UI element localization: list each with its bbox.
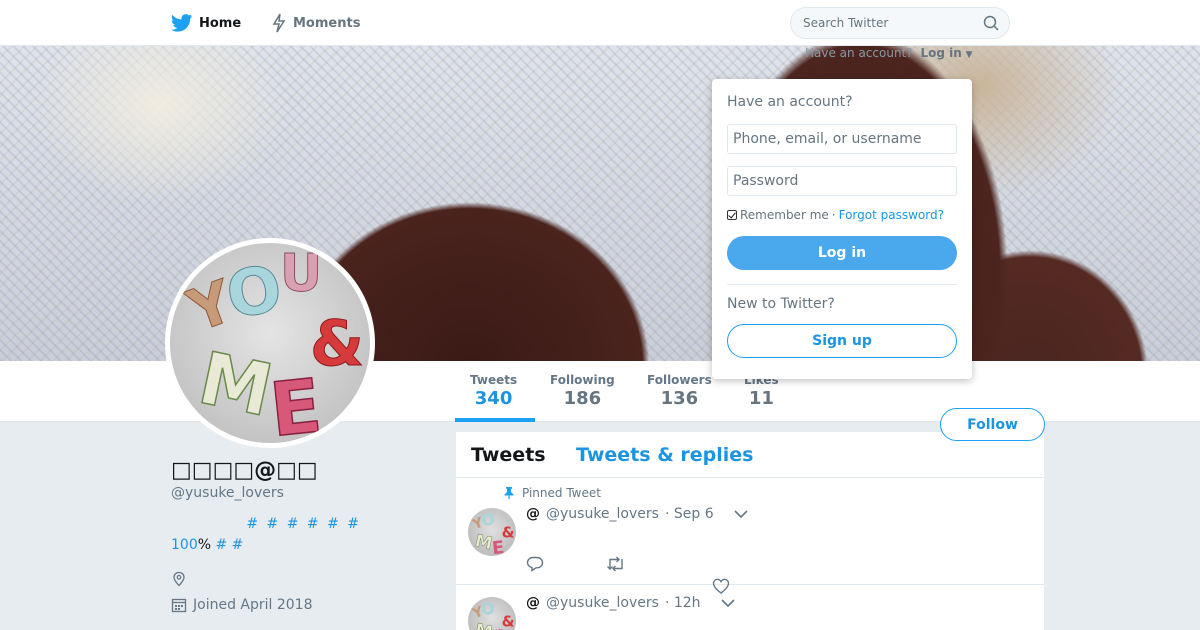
- profile-joined-label: Joined April 2018: [193, 597, 313, 613]
- search-input[interactable]: [803, 8, 973, 38]
- svg-text:&: &: [502, 612, 515, 630]
- tweet-author-name[interactable]: @: [526, 595, 540, 611]
- svg-text:O: O: [480, 599, 496, 619]
- svg-text:O: O: [221, 252, 287, 334]
- svg-text:M: M: [192, 336, 280, 433]
- caret-down-icon[interactable]: ▼: [966, 50, 973, 60]
- username-field[interactable]: [727, 124, 957, 154]
- chevron-down-icon[interactable]: [734, 508, 748, 522]
- svg-text:&: &: [310, 307, 364, 380]
- tweet-timestamp[interactable]: · Sep 6: [665, 506, 714, 522]
- login-dropdown: Have an account? Remember me · Forgot pa…: [712, 79, 972, 379]
- calendar-icon: [171, 598, 187, 613]
- tweet-avatar[interactable]: Y O & M E: [468, 597, 516, 630]
- tweet-avatar[interactable]: Y O & M E: [468, 508, 516, 556]
- avatar-art: Y O U & M E: [178, 244, 365, 444]
- retweet-icon[interactable]: [606, 556, 626, 572]
- stat-likes-value: 11: [748, 388, 774, 409]
- stat-following-value: 186: [563, 388, 602, 409]
- stat-followers[interactable]: Followers 136: [647, 373, 712, 409]
- login-link[interactable]: Log in: [920, 46, 961, 60]
- stat-tweets-value: 340: [474, 388, 513, 409]
- login-heading: Have an account?: [727, 94, 853, 110]
- bio-hashtags-2[interactable]: # #: [216, 537, 244, 553]
- nav-moments-label: Moments: [293, 15, 361, 31]
- active-tab-indicator: [455, 418, 535, 422]
- forgot-password-link[interactable]: Forgot password?: [839, 208, 944, 222]
- location-icon: [173, 571, 185, 587]
- profile-location: [171, 571, 187, 591]
- remember-row: Remember me · Forgot password?: [727, 208, 944, 222]
- remember-separator: ·: [831, 208, 836, 222]
- pinned-text: Pinned Tweet: [522, 486, 601, 500]
- bio-number: 100: [171, 537, 198, 553]
- reply-icon[interactable]: [526, 556, 544, 572]
- pin-icon: [504, 487, 514, 499]
- nav-home[interactable]: Home: [171, 0, 241, 46]
- svg-text:&: &: [502, 523, 515, 541]
- avatar-image: Y O U & M E: [170, 243, 370, 443]
- pinned-label: Pinned Tweet: [504, 486, 601, 500]
- nav-moments[interactable]: Moments: [271, 0, 360, 46]
- bio-percent: %: [197, 537, 216, 553]
- stat-following-label: Following: [550, 373, 615, 387]
- svg-text:E: E: [266, 363, 325, 443]
- twitter-bird-icon: [171, 14, 193, 32]
- profile-bio-hashtags[interactable]: # # # # # #: [171, 516, 361, 532]
- stat-tweets-label: Tweets: [470, 373, 518, 387]
- chevron-down-icon[interactable]: [721, 597, 735, 611]
- svg-text:U: U: [280, 244, 322, 304]
- tweet-header: @ @yusuke_lovers · Sep 6: [526, 506, 714, 522]
- tweet-item[interactable]: Pinned Tweet Y O & M E @ @yusuke_lovers …: [456, 478, 1044, 594]
- tweet-timestamp[interactable]: · 12h: [665, 595, 701, 611]
- profile-bio-line: 100% # #: [171, 537, 243, 553]
- tweet-actions: [526, 556, 626, 572]
- profile-handle[interactable]: @yusuke_lovers: [171, 485, 284, 501]
- nav-home-label: Home: [199, 15, 242, 31]
- account-hint-text: Have an account?: [805, 46, 913, 60]
- account-hint: Have an account? Log in ▼: [805, 46, 973, 60]
- svg-text:O: O: [480, 510, 496, 530]
- tab-tweets-replies[interactable]: Tweets & replies: [576, 444, 753, 466]
- top-nav: Home Moments: [0, 0, 1200, 46]
- tweet-header: @ @yusuke_lovers · 12h: [526, 595, 701, 611]
- profile-name[interactable]: □□□□@□□: [171, 458, 318, 483]
- tab-tweets[interactable]: Tweets: [471, 444, 546, 466]
- new-to-twitter-heading: New to Twitter?: [727, 296, 835, 312]
- svg-text:E: E: [491, 538, 505, 556]
- avatar[interactable]: Y O U & M E: [165, 238, 375, 448]
- search-box: [790, 7, 1010, 39]
- follow-button[interactable]: Follow: [940, 408, 1045, 441]
- signup-button[interactable]: Sign up: [727, 324, 957, 358]
- remember-checkbox[interactable]: [727, 210, 737, 220]
- tweet-author-handle[interactable]: @yusuke_lovers: [546, 595, 659, 611]
- stat-tweets[interactable]: Tweets 340: [470, 373, 517, 409]
- stat-followers-value: 136: [660, 388, 699, 409]
- timeline: Tweets Tweets & replies Pinned Tweet Y O…: [456, 432, 1044, 630]
- lightning-icon: [272, 13, 286, 33]
- tweet-avatar-art: Y O & M E: [470, 599, 515, 630]
- tweet-author-handle[interactable]: @yusuke_lovers: [546, 506, 659, 522]
- tweet-item[interactable]: Y O & M E @ @yusuke_lovers · 12h: [456, 585, 1044, 630]
- stat-following[interactable]: Following 186: [550, 373, 615, 409]
- password-field[interactable]: [727, 166, 957, 196]
- stat-followers-label: Followers: [647, 373, 712, 387]
- svg-text:M: M: [473, 531, 494, 554]
- search-icon[interactable]: [983, 15, 999, 31]
- tweet-avatar-art: Y O & M E: [470, 510, 515, 556]
- remember-label[interactable]: Remember me: [740, 208, 829, 222]
- profile-joined: Joined April 2018: [171, 597, 313, 613]
- tweet-author-name[interactable]: @: [526, 506, 540, 522]
- dropdown-divider: [727, 284, 957, 285]
- login-button[interactable]: Log in: [727, 236, 957, 270]
